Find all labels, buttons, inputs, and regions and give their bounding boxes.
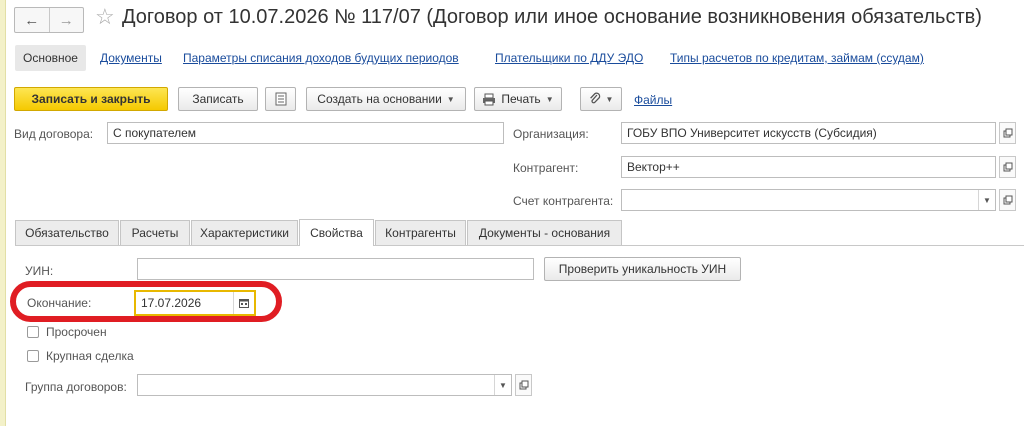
major-deal-label: Крупная сделка bbox=[46, 349, 134, 363]
counterparty-account-label: Счет контрагента: bbox=[513, 194, 614, 208]
section-main[interactable]: Основное bbox=[15, 45, 86, 71]
save-and-close-button[interactable]: Записать и закрыть bbox=[14, 87, 168, 111]
forward-button[interactable]: → bbox=[48, 8, 84, 32]
counterparty-label: Контрагент: bbox=[513, 161, 579, 175]
open-form-icon bbox=[1003, 128, 1012, 138]
tab-counterparties[interactable]: Контрагенты bbox=[375, 220, 466, 245]
left-panel-strip bbox=[0, 0, 6, 426]
create-based-on-label: Создать на основании bbox=[317, 92, 442, 106]
counterparty-account-value bbox=[622, 195, 632, 201]
contract-group-field[interactable]: ▼ bbox=[137, 374, 512, 396]
check-uin-button[interactable]: Проверить уникальность УИН bbox=[544, 257, 741, 281]
tab-divider bbox=[15, 245, 1024, 246]
open-form-icon bbox=[1003, 195, 1012, 205]
tab-settlements[interactable]: Расчеты bbox=[120, 220, 190, 245]
major-deal-checkbox[interactable] bbox=[27, 350, 39, 362]
tab-base-documents[interactable]: Документы - основания bbox=[467, 220, 622, 245]
group-open-button[interactable] bbox=[515, 374, 532, 396]
account-open-button[interactable] bbox=[999, 189, 1016, 211]
organization-field[interactable]: ГОБУ ВПО Университет искусств (Субсидия) bbox=[621, 122, 996, 144]
contract-type-field[interactable]: С покупателем bbox=[107, 122, 504, 144]
print-label: Печать bbox=[501, 92, 541, 106]
tab-obligation[interactable]: Обязательство bbox=[15, 220, 119, 245]
document-list-button[interactable] bbox=[265, 87, 296, 111]
favorite-star-icon[interactable]: ☆ bbox=[95, 4, 115, 30]
contract-group-value bbox=[138, 380, 148, 386]
section-loan-calc-types[interactable]: Типы расчетов по кредитам, займам (ссуда… bbox=[670, 51, 924, 65]
paperclip-icon bbox=[589, 92, 600, 104]
open-form-icon bbox=[519, 380, 528, 390]
section-payers-ddu[interactable]: Плательщики по ДДУ ЭДО bbox=[495, 51, 643, 65]
create-based-on-button[interactable]: Создать на основании ▼ bbox=[306, 87, 466, 111]
attachments-button[interactable]: ▼ bbox=[580, 87, 622, 111]
print-button[interactable]: Печать ▼ bbox=[474, 87, 562, 111]
save-button[interactable]: Записать bbox=[178, 87, 258, 111]
navigation-buttons: ← → bbox=[14, 7, 84, 33]
section-documents[interactable]: Документы bbox=[100, 51, 162, 65]
back-button[interactable]: ← bbox=[15, 8, 49, 32]
group-dropdown-button[interactable]: ▼ bbox=[494, 375, 511, 395]
printer-icon bbox=[483, 93, 496, 105]
counterparty-open-button[interactable] bbox=[999, 156, 1016, 178]
contract-type-label: Вид договора: bbox=[14, 127, 94, 141]
highlight-annotation bbox=[10, 281, 282, 322]
files-link[interactable]: Файлы bbox=[634, 93, 672, 107]
counterparty-field[interactable]: Вектор++ bbox=[621, 156, 996, 178]
contract-group-label: Группа договоров: bbox=[25, 380, 127, 394]
organization-label: Организация: bbox=[513, 127, 589, 141]
account-dropdown-button[interactable]: ▼ bbox=[978, 190, 995, 210]
overdue-label: Просрочен bbox=[46, 325, 107, 339]
tab-properties[interactable]: Свойства bbox=[299, 219, 374, 246]
uin-label: УИН: bbox=[25, 264, 54, 278]
section-deferred-income-params[interactable]: Параметры списания доходов будущих перио… bbox=[183, 51, 459, 65]
list-document-icon bbox=[275, 92, 286, 106]
dropdown-arrow-icon: ▼ bbox=[446, 94, 455, 104]
open-form-icon bbox=[1003, 162, 1012, 172]
dropdown-arrow-icon: ▼ bbox=[605, 94, 614, 104]
uin-field[interactable] bbox=[137, 258, 534, 280]
tab-characteristics[interactable]: Характеристики bbox=[191, 220, 298, 245]
counterparty-account-field[interactable]: ▼ bbox=[621, 189, 996, 211]
dropdown-arrow-icon: ▼ bbox=[545, 94, 554, 104]
window-title: Договор от 10.07.2026 № 117/07 (Договор … bbox=[122, 6, 982, 28]
organization-open-button[interactable] bbox=[999, 122, 1016, 144]
overdue-checkbox[interactable] bbox=[27, 326, 39, 338]
